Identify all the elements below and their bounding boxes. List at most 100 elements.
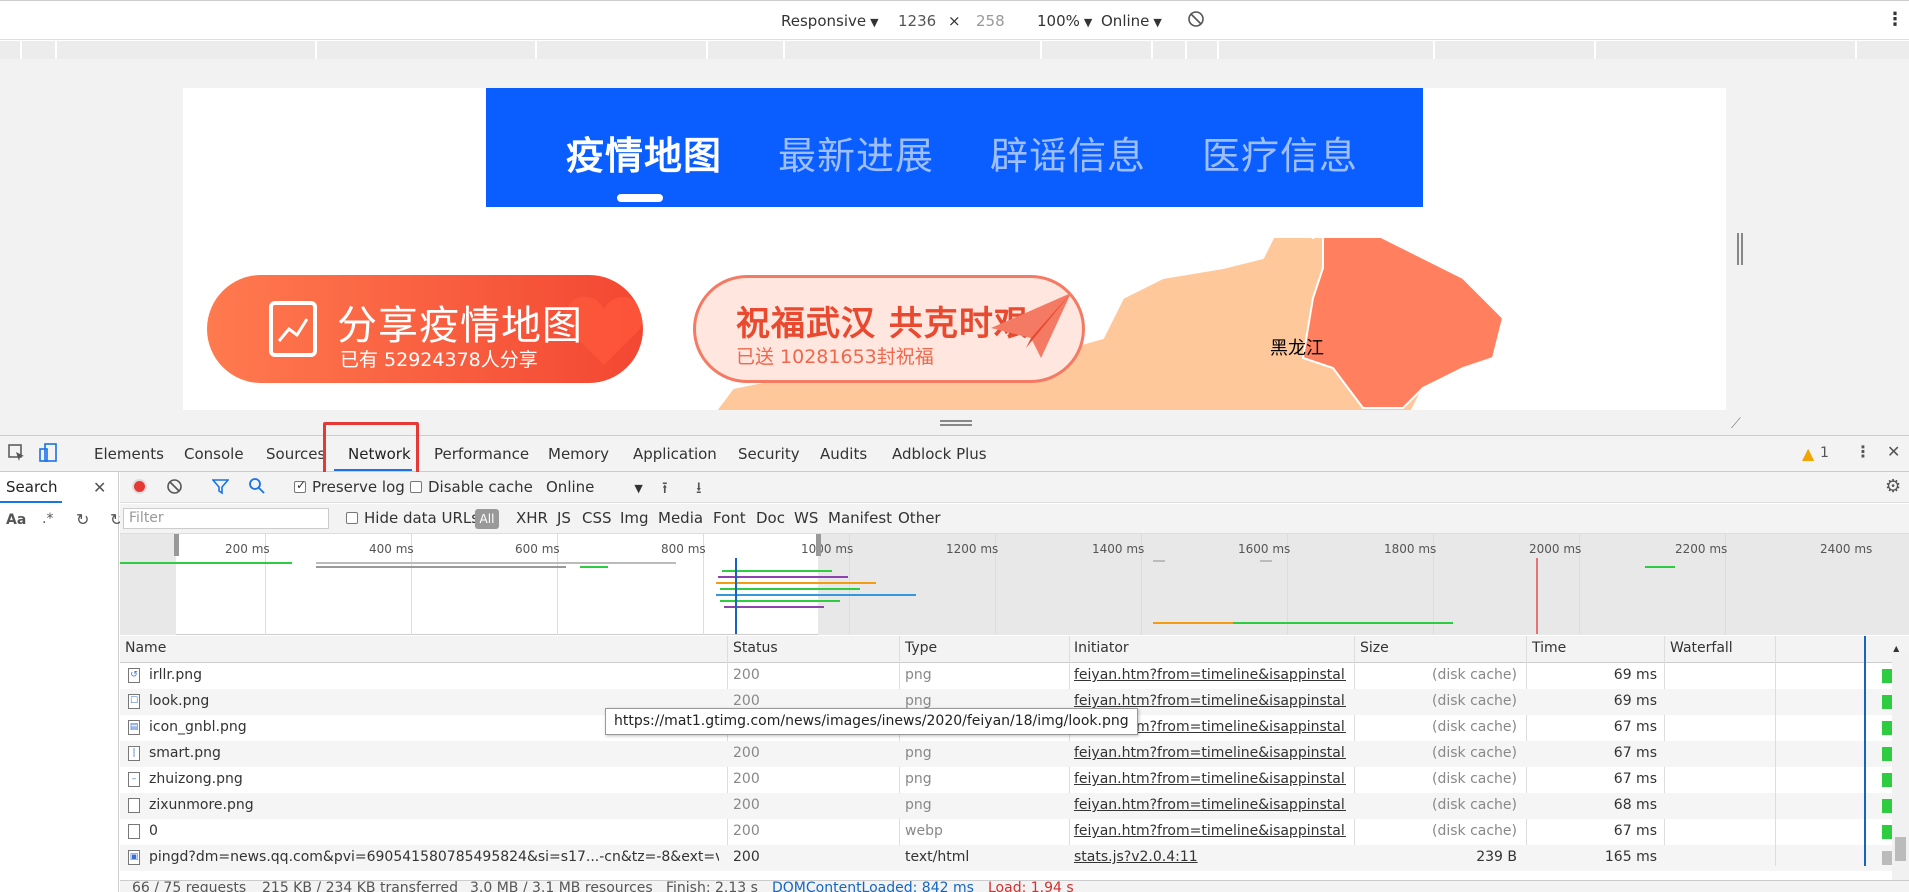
throttle-select[interactable]: Online ▼ xyxy=(1101,12,1162,30)
resize-handle-corner[interactable]: ⟋ xyxy=(1731,416,1741,432)
request-initiator[interactable]: stats.js?v2.0.4:11 xyxy=(1074,849,1346,865)
hide-data-urls-checkbox[interactable]: Hide data URLs xyxy=(346,509,479,527)
image-file-icon: – xyxy=(128,772,140,787)
column-type[interactable]: Type xyxy=(905,640,937,656)
match-case-toggle[interactable]: Aa xyxy=(6,512,26,528)
share-count: 已有 52924378人分享 xyxy=(340,349,538,371)
share-map-button[interactable]: 分享疫情地图 已有 52924378人分享 xyxy=(207,275,643,383)
column-name[interactable]: Name xyxy=(125,640,166,656)
devtools-menu-icon[interactable]: ⋮ xyxy=(1855,442,1871,461)
device-toggle-icon[interactable] xyxy=(38,443,58,467)
tab-security[interactable]: Security xyxy=(738,445,800,463)
export-har-icon[interactable]: ⭳ xyxy=(696,477,702,504)
tab-latest-progress[interactable]: 最新进展 xyxy=(778,125,934,180)
request-type: png xyxy=(905,771,932,787)
table-scrollbar[interactable] xyxy=(1892,652,1909,881)
finish-time: Finish: 2.13 s xyxy=(666,880,758,892)
request-initiator[interactable]: feiyan.htm?from=timeline&isappinstall... xyxy=(1074,745,1346,761)
tab-audits[interactable]: Audits xyxy=(820,445,867,463)
tab-medical-info[interactable]: 医疗信息 xyxy=(1202,125,1358,180)
filter-type-doc[interactable]: Doc xyxy=(756,509,785,527)
record-icon[interactable] xyxy=(131,478,148,499)
throttle-select-label: Online xyxy=(1101,12,1150,30)
table-row[interactable]: 0 200 webp feiyan.htm?from=timeline&isap… xyxy=(120,819,1909,845)
throttle-select[interactable]: Online ▼ xyxy=(546,478,643,496)
table-row[interactable]: zixunmore.png 200 png feiyan.htm?from=ti… xyxy=(120,793,1909,819)
tab-sources[interactable]: Sources xyxy=(266,445,325,463)
column-size[interactable]: Size xyxy=(1360,640,1389,656)
filter-type-other[interactable]: Other xyxy=(898,509,941,527)
tab-application[interactable]: Application xyxy=(633,445,717,463)
column-initiator[interactable]: Initiator xyxy=(1074,640,1129,656)
tab-epidemic-map[interactable]: 疫情地图 xyxy=(566,125,722,180)
inspect-element-icon[interactable] xyxy=(8,444,26,466)
filter-type-all[interactable]: All xyxy=(475,509,499,529)
resize-handle-bottom[interactable] xyxy=(940,420,972,426)
preserve-log-checkbox[interactable]: Preserve log xyxy=(294,478,405,496)
tab-performance[interactable]: Performance xyxy=(434,445,529,463)
request-initiator[interactable]: feiyan.htm?from=timeline&isappinstall... xyxy=(1074,823,1346,839)
scrollbar-thumb[interactable] xyxy=(1895,837,1906,861)
table-row[interactable]: ↺ irllr.png 200 png feiyan.htm?from=time… xyxy=(120,663,1909,689)
tab-adblock-plus[interactable]: Adblock Plus xyxy=(892,445,987,463)
column-time[interactable]: Time xyxy=(1532,640,1566,656)
request-name: smart.png xyxy=(149,745,221,761)
column-status[interactable]: Status xyxy=(733,640,778,656)
bless-wuhan-button[interactable]: 祝福武汉 共克时艰 已送 10281653封祝福 xyxy=(693,275,1085,383)
device-select[interactable]: Responsive ▼ xyxy=(781,12,879,30)
warning-icon[interactable]: ▲ xyxy=(1802,444,1814,463)
tab-elements[interactable]: Elements xyxy=(94,445,164,463)
width-input[interactable]: 1236 xyxy=(898,12,936,30)
device-toolbar: Responsive ▼ 1236 × 258 100% ▼ Online ▼ ⋮ xyxy=(0,0,1909,40)
zoom-select[interactable]: 100% ▼ xyxy=(1037,12,1092,30)
regex-toggle[interactable]: .* xyxy=(42,511,53,527)
checkbox-icon xyxy=(346,512,358,524)
overview-bar xyxy=(1153,622,1233,624)
column-waterfall[interactable]: Waterfall xyxy=(1670,640,1733,656)
close-devtools-icon[interactable]: ✕ xyxy=(1887,442,1900,461)
share-title: 分享疫情地图 xyxy=(337,303,583,349)
height-input[interactable]: 258 xyxy=(976,12,1005,30)
network-request-table: Name Status Type Initiator Size Time Wat… xyxy=(120,636,1909,892)
disable-cache-checkbox[interactable]: Disable cache xyxy=(410,478,533,496)
refresh-icon[interactable]: ↻ xyxy=(76,510,89,529)
request-initiator[interactable]: feiyan.htm?from=timeline&isappinstall... xyxy=(1074,693,1346,709)
filter-type-media[interactable]: Media xyxy=(658,509,703,527)
tab-memory[interactable]: Memory xyxy=(548,445,609,463)
overview-handle-left[interactable] xyxy=(174,534,179,556)
search-icon[interactable] xyxy=(248,477,265,498)
filter-type-css[interactable]: CSS xyxy=(582,509,612,527)
media-query-ruler[interactable] xyxy=(0,41,1909,59)
rotate-icon[interactable] xyxy=(1187,10,1205,32)
request-initiator[interactable]: feiyan.htm?from=timeline&isappinstall... xyxy=(1074,797,1346,813)
filter-input[interactable]: Filter xyxy=(123,508,329,529)
request-initiator[interactable]: feiyan.htm?from=timeline&isappinstall... xyxy=(1074,667,1346,683)
filter-type-xhr[interactable]: XHR xyxy=(516,509,548,527)
filter-type-img[interactable]: Img xyxy=(620,509,649,527)
overview-handle-right[interactable] xyxy=(816,534,821,556)
resize-handle-right[interactable] xyxy=(1737,233,1743,265)
settings-gear-icon[interactable]: ⚙ xyxy=(1885,476,1901,497)
search-pane-title: Search xyxy=(6,478,58,496)
network-overview[interactable]: 200 ms 400 ms 600 ms 800 ms 1000 ms 1200… xyxy=(120,534,1909,635)
active-tab-indicator xyxy=(617,194,663,202)
request-status: 200 xyxy=(733,771,760,787)
ruler-tick xyxy=(315,41,317,59)
transferred-size: 215 KB / 234 KB transferred xyxy=(262,880,458,892)
close-search-icon[interactable]: ✕ xyxy=(93,478,106,497)
filter-icon[interactable] xyxy=(211,478,230,499)
tab-console[interactable]: Console xyxy=(184,445,244,463)
import-har-icon[interactable]: ⭱ xyxy=(662,477,668,504)
table-row[interactable]: – zhuizong.png 200 png feiyan.htm?from=t… xyxy=(120,767,1909,793)
more-options-icon[interactable]: ⋮ xyxy=(1886,9,1904,30)
bless-count: 已送 10281653封祝福 xyxy=(736,346,934,368)
table-row[interactable]: ▣ pingd?dm=news.qq.com&pvi=6905415807854… xyxy=(120,845,1909,871)
filter-type-font[interactable]: Font xyxy=(713,509,746,527)
clear-icon[interactable] xyxy=(166,478,183,499)
request-initiator[interactable]: feiyan.htm?from=timeline&isappinstall... xyxy=(1074,771,1346,787)
filter-type-manifest[interactable]: Manifest xyxy=(828,509,892,527)
filter-type-js[interactable]: JS xyxy=(557,509,571,527)
tab-rumor-info[interactable]: 辟谣信息 xyxy=(990,125,1146,180)
table-row[interactable]: | smart.png 200 png feiyan.htm?from=time… xyxy=(120,741,1909,767)
filter-type-ws[interactable]: WS xyxy=(794,509,818,527)
